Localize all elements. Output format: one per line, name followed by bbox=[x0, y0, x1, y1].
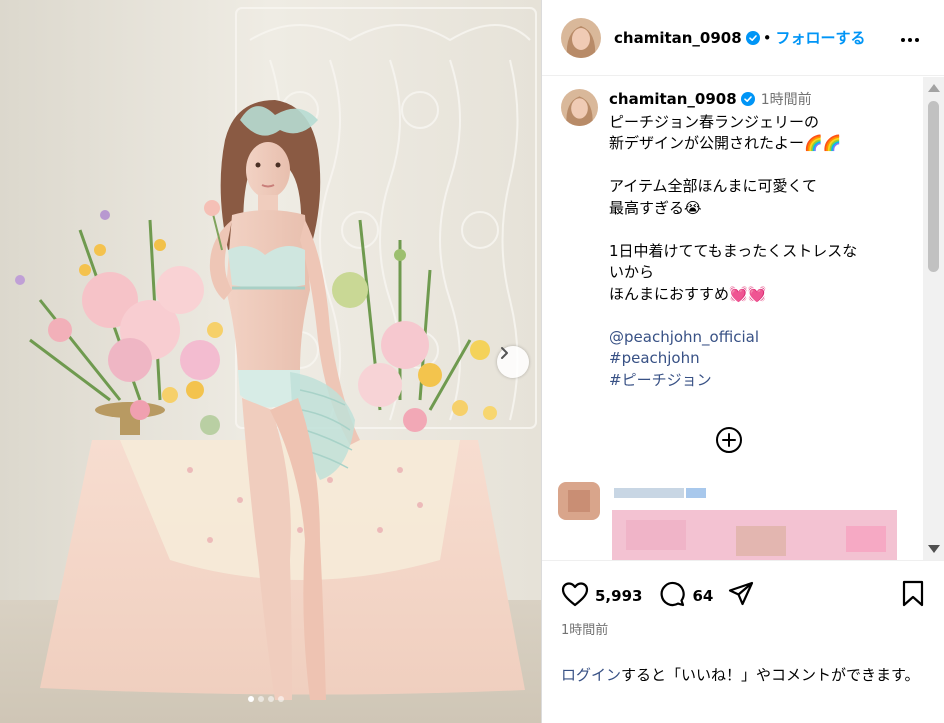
bookmark-icon bbox=[901, 580, 925, 612]
blurred-comment bbox=[556, 482, 916, 560]
slide-dot bbox=[258, 696, 264, 702]
caption-line: 最高すぎる😭 bbox=[609, 198, 702, 217]
comments-scroll-area[interactable]: chamitan_0908 1時間前 ピーチジョン春ランジェリーの 新デザインが公… bbox=[542, 77, 944, 560]
login-prompt: ログインすると「いいね！」やコメントができます。 bbox=[561, 664, 923, 686]
post-timestamp: 1時間前 bbox=[561, 623, 609, 638]
actions-divider bbox=[542, 560, 944, 561]
caption-line: ほんまにおすすめ💓💓 bbox=[609, 284, 767, 303]
caption-line bbox=[609, 219, 891, 241]
caption-line: 1日中着けててもまったくストレスな bbox=[609, 241, 858, 260]
slide-indicator bbox=[248, 696, 284, 702]
caption-line bbox=[609, 305, 891, 327]
login-prompt-text: すると「いいね！」やコメントができます。 bbox=[621, 666, 920, 684]
caption-line: アイテム全部ほんまに可愛くて bbox=[609, 177, 818, 195]
scroll-down-arrow[interactable] bbox=[928, 545, 940, 553]
caption-line: いから bbox=[609, 263, 655, 281]
comment-button[interactable]: 64 bbox=[658, 580, 713, 612]
post-media[interactable] bbox=[0, 0, 541, 723]
caption-body: chamitan_0908 1時間前 ピーチジョン春ランジェリーの 新デザインが公… bbox=[609, 89, 891, 391]
share-button[interactable] bbox=[727, 580, 755, 612]
caption-line: 新デザインが公開されたよー🌈🌈 bbox=[609, 134, 842, 152]
hashtag-link[interactable]: #ピーチジョン bbox=[609, 370, 891, 392]
login-link[interactable]: ログイン bbox=[561, 666, 621, 684]
mention-link[interactable]: @peachjohn_official bbox=[609, 327, 891, 349]
post-photo bbox=[0, 0, 541, 723]
post-actions: 5,993 64 bbox=[561, 580, 925, 612]
avatar[interactable] bbox=[561, 17, 601, 58]
slide-dot bbox=[268, 696, 274, 702]
like-count[interactable]: 5,993 bbox=[595, 587, 642, 605]
next-slide-button[interactable] bbox=[497, 346, 529, 378]
more-options-button[interactable] bbox=[898, 26, 922, 50]
comment-count[interactable]: 64 bbox=[692, 587, 713, 605]
follow-button[interactable]: フォローする bbox=[776, 27, 866, 48]
heart-icon bbox=[561, 581, 589, 611]
post-header: chamitan_0908 • フォローする bbox=[542, 0, 944, 76]
caption-line: ピーチジョン春ランジェリーの bbox=[609, 112, 820, 131]
slide-dot bbox=[278, 696, 284, 702]
send-icon bbox=[727, 580, 755, 612]
post-side-panel: chamitan_0908 • フォローする chamitan_09081時間 bbox=[542, 0, 944, 723]
caption-time: 1時間前 bbox=[760, 92, 812, 108]
header-separator: • bbox=[762, 28, 772, 47]
like-button[interactable]: 5,993 bbox=[561, 581, 642, 611]
more-horizontal-icon bbox=[900, 28, 920, 47]
comment-icon bbox=[658, 580, 686, 612]
slide-dot bbox=[248, 696, 254, 702]
verified-badge-icon bbox=[740, 92, 755, 106]
verified-badge-icon bbox=[745, 30, 760, 45]
caption-avatar[interactable] bbox=[561, 89, 598, 126]
post-caption: chamitan_0908 1時間前 ピーチジョン春ランジェリーの 新デザインが公… bbox=[561, 89, 891, 391]
save-button[interactable] bbox=[901, 580, 925, 612]
plus-circle-icon bbox=[715, 427, 743, 458]
load-more-comments-button[interactable] bbox=[715, 426, 743, 454]
scrollbar[interactable] bbox=[923, 77, 944, 560]
scroll-up-arrow[interactable] bbox=[928, 84, 940, 92]
hashtag-link[interactable]: #peachjohn bbox=[609, 348, 891, 370]
caption-username[interactable]: chamitan_0908 bbox=[609, 90, 737, 108]
scrollbar-thumb[interactable] bbox=[928, 101, 939, 272]
caption-line bbox=[609, 155, 891, 177]
header-username[interactable]: chamitan_0908 bbox=[614, 29, 742, 47]
